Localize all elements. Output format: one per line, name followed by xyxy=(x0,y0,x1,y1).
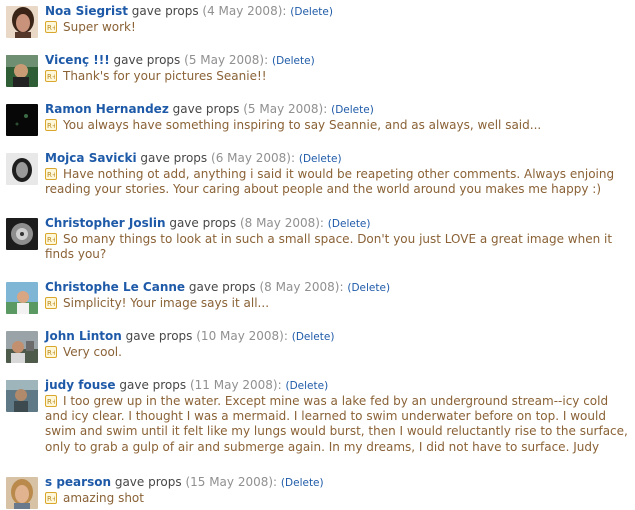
user-link[interactable]: John Linton xyxy=(45,329,122,343)
prop-item: Ramon Hernandez gave props (5 May 2008):… xyxy=(0,102,635,146)
delete-link[interactable]: (Delete) xyxy=(285,380,328,392)
avatar[interactable] xyxy=(6,380,38,412)
message-text: Thank's for your pictures Seanie!! xyxy=(63,69,267,83)
prop-item: s pearson gave props (15 May 2008): (Del… xyxy=(0,475,635,509)
avatar[interactable] xyxy=(6,282,38,314)
date-text: (8 May 2008): xyxy=(239,216,324,230)
svg-text:R+: R+ xyxy=(47,122,55,129)
date-text: (6 May 2008): xyxy=(211,151,296,165)
svg-text:R+: R+ xyxy=(47,24,55,31)
delete-link[interactable]: (Delete) xyxy=(299,153,342,165)
prop-item: John Linton gave props (10 May 2008): (D… xyxy=(0,329,635,373)
delete-link[interactable]: (Delete) xyxy=(292,331,335,343)
message-text: Simplicity! Your image says it all... xyxy=(63,296,270,310)
delete-link[interactable]: (Delete) xyxy=(328,218,371,230)
svg-text:R+: R+ xyxy=(47,171,55,178)
props-list: Noa Siegrist gave props (4 May 2008): (D… xyxy=(0,0,635,510)
user-link[interactable]: Mojca Savicki xyxy=(45,151,137,165)
avatar[interactable] xyxy=(6,218,38,250)
user-link[interactable]: Ramon Hernandez xyxy=(45,102,169,116)
avatar[interactable] xyxy=(6,55,38,87)
date-text: (5 May 2008): xyxy=(243,102,328,116)
svg-text:R+: R+ xyxy=(47,300,55,307)
user-link[interactable]: s pearson xyxy=(45,475,111,489)
action-text: gave props xyxy=(172,102,240,116)
user-link[interactable]: Christopher Joslin xyxy=(45,216,166,230)
action-text: gave props xyxy=(169,216,237,230)
action-text: gave props xyxy=(140,151,208,165)
user-link[interactable]: Vicenç !!! xyxy=(45,53,110,67)
user-link[interactable]: Noa Siegrist xyxy=(45,4,128,18)
prop-item: Christophe Le Canne gave props (8 May 20… xyxy=(0,280,635,324)
delete-link[interactable]: (Delete) xyxy=(290,6,333,18)
delete-link[interactable]: (Delete) xyxy=(347,282,390,294)
date-text: (8 May 2008): xyxy=(259,280,344,294)
avatar[interactable] xyxy=(6,6,38,38)
date-text: (4 May 2008): xyxy=(202,4,287,18)
delete-link[interactable]: (Delete) xyxy=(331,104,374,116)
svg-text:R+: R+ xyxy=(47,495,55,502)
avatar[interactable] xyxy=(6,153,38,185)
action-text: gave props xyxy=(131,4,199,18)
svg-text:R+: R+ xyxy=(47,349,55,356)
action-text: gave props xyxy=(119,378,187,392)
message-text: Super work! xyxy=(63,20,136,34)
message-text: amazing shot xyxy=(63,491,144,505)
message-text: You always have something inspiring to s… xyxy=(63,118,542,132)
props-icon: R+ xyxy=(45,492,57,504)
message-text: I too grew up in the water. Except mine … xyxy=(45,394,628,454)
prop-item: Noa Siegrist gave props (4 May 2008): (D… xyxy=(0,4,635,48)
props-icon: R+ xyxy=(45,297,57,309)
props-icon: R+ xyxy=(45,119,57,131)
prop-item: Christopher Joslin gave props (8 May 200… xyxy=(0,216,635,274)
user-link[interactable]: judy fouse xyxy=(45,378,116,392)
svg-text:R+: R+ xyxy=(47,236,55,243)
svg-text:R+: R+ xyxy=(47,398,55,405)
action-text: gave props xyxy=(113,53,181,67)
avatar[interactable] xyxy=(6,331,38,363)
prop-item: Vicenç !!! gave props (5 May 2008): (Del… xyxy=(0,53,635,97)
props-icon: R+ xyxy=(45,233,57,245)
props-icon: R+ xyxy=(45,70,57,82)
date-text: (10 May 2008): xyxy=(196,329,288,343)
delete-link[interactable]: (Delete) xyxy=(281,477,324,489)
action-text: gave props xyxy=(188,280,256,294)
date-text: (15 May 2008): xyxy=(185,475,278,489)
action-text: gave props xyxy=(114,475,182,489)
action-text: gave props xyxy=(125,329,193,343)
prop-item: Mojca Savicki gave props (6 May 2008): (… xyxy=(0,151,635,209)
avatar[interactable] xyxy=(6,104,38,136)
avatar[interactable] xyxy=(6,477,38,509)
props-icon: R+ xyxy=(45,346,57,358)
props-icon: R+ xyxy=(45,395,57,407)
props-icon: R+ xyxy=(45,168,57,180)
delete-link[interactable]: (Delete) xyxy=(272,55,315,67)
message-text: So many things to look at in such a smal… xyxy=(45,232,613,262)
props-icon: R+ xyxy=(45,21,57,33)
date-text: (5 May 2008): xyxy=(184,53,269,67)
prop-item: judy fouse gave props (11 May 2008): (De… xyxy=(0,378,635,464)
svg-text:R+: R+ xyxy=(47,73,55,80)
date-text: (11 May 2008): xyxy=(189,378,282,392)
message-text: Very cool. xyxy=(63,345,122,359)
message-text: Have nothing ot add, anything i said it … xyxy=(45,167,615,197)
user-link[interactable]: Christophe Le Canne xyxy=(45,280,185,294)
